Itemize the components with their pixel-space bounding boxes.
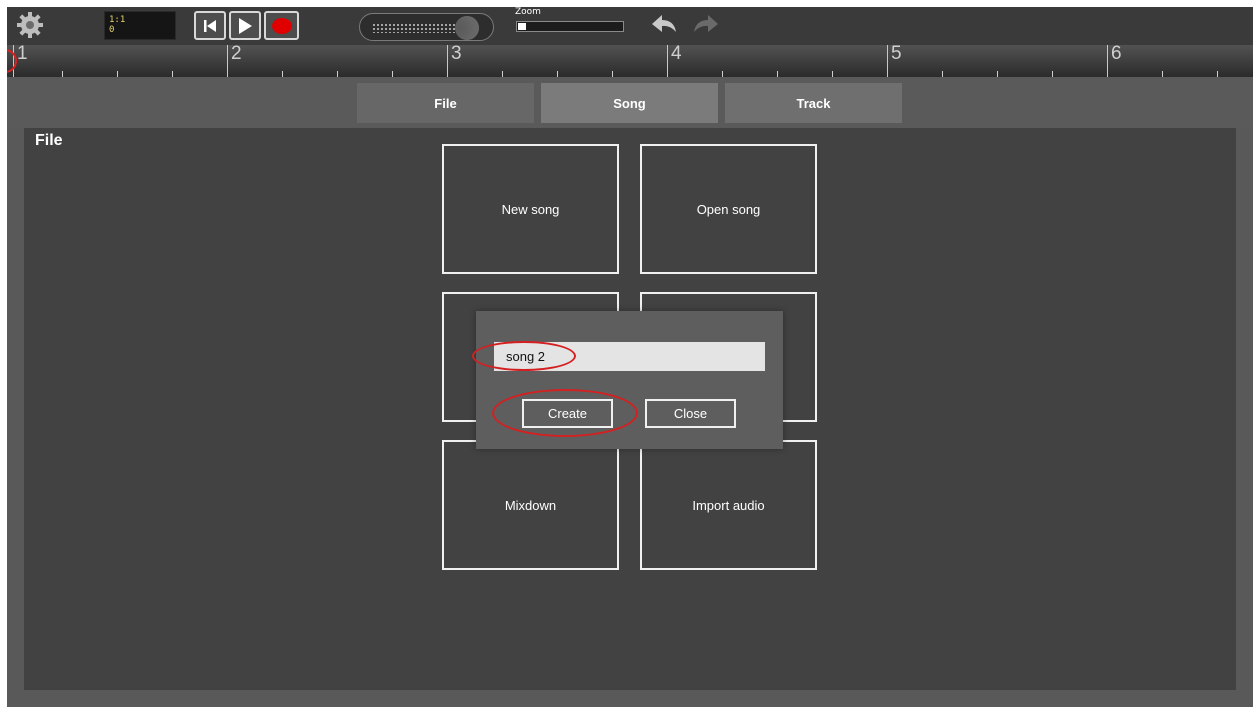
position-tick: 0 [109,25,115,35]
ruler-bar-6: 6 [1107,43,1122,77]
record-icon [271,17,292,34]
tab-file[interactable]: File [357,83,534,123]
playhead-marker[interactable] [7,49,17,73]
tempo-slider-track [372,23,462,33]
toolbar: 1:1 0 Zoom [7,7,1253,45]
go-to-start-button[interactable] [194,11,226,40]
file-panel: File New song Open song Mixdown Import a… [24,128,1236,690]
panel-title: File [35,132,63,149]
zoom-label: Zoom [515,7,541,17]
open-song-button[interactable]: Open song [640,144,817,274]
zoom-slider[interactable] [516,21,624,32]
record-button[interactable] [264,11,299,40]
mixdown-button[interactable]: Mixdown [442,440,619,570]
ruler-bar-2: 2 [227,43,242,77]
tab-song[interactable]: Song [541,83,718,123]
song-name-input[interactable] [494,342,765,371]
play-icon [239,17,252,34]
redo-icon[interactable] [692,12,720,36]
new-song-button[interactable]: New song [442,144,619,274]
undo-icon[interactable] [650,12,678,36]
ruler-bar-label: 2 [231,43,242,64]
play-button[interactable] [229,11,261,40]
ruler-bar-label: 5 [891,43,902,64]
position-display: 1:1 0 [104,11,176,40]
position-bar-beat: 1:1 [109,15,126,25]
gear-icon[interactable] [15,10,45,40]
ruler-bar-label: 4 [671,43,682,64]
zoom-slider-thumb[interactable] [518,23,526,30]
app-window: 1:1 0 Zoom 1 2 3 4 5 6 File Song Track F… [7,7,1253,707]
ruler-bar-4: 4 [667,43,682,77]
timeline-ruler[interactable]: 1 2 3 4 5 6 [7,43,1253,77]
ruler-bar-5: 5 [887,43,902,77]
tab-bar: File Song Track [7,77,1253,127]
tempo-slider-knob[interactable] [455,16,479,40]
skip-back-icon [204,19,216,32]
close-button[interactable]: Close [645,399,736,428]
tempo-slider[interactable] [359,13,494,41]
ruler-bar-label: 1 [17,43,28,64]
ruler-bar-label: 6 [1111,43,1122,64]
import-audio-button[interactable]: Import audio [640,440,817,570]
create-button[interactable]: Create [522,399,613,428]
tab-track[interactable]: Track [725,83,902,123]
ruler-bar-3: 3 [447,43,462,77]
new-song-dialog: Create Close [472,311,783,449]
ruler-bar-label: 3 [451,43,462,64]
